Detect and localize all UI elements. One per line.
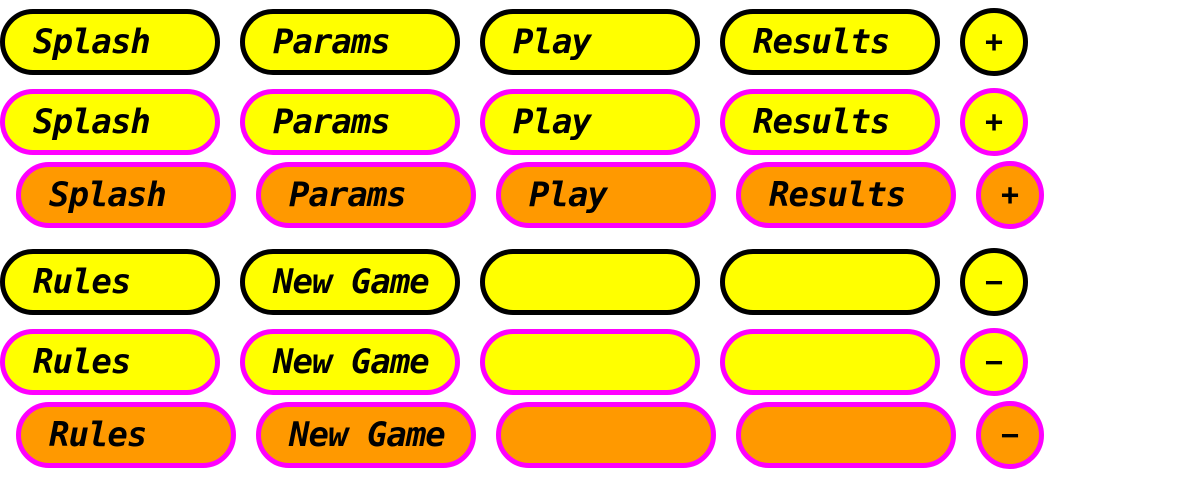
new-game-button-normal[interactable]: New Game — [240, 249, 460, 315]
plus-button-active[interactable]: + — [976, 161, 1044, 229]
button-label: Splash — [49, 175, 167, 215]
blank-button-hover[interactable] — [480, 329, 700, 395]
new-game-button-hover[interactable]: New Game — [240, 329, 460, 395]
minus-icon: − — [1000, 417, 1020, 453]
button-label: New Game — [273, 342, 430, 382]
rules-button-normal[interactable]: Rules — [0, 249, 220, 315]
button-label: Play — [513, 102, 592, 142]
minus-button-active[interactable]: − — [976, 401, 1044, 469]
plus-icon: + — [984, 24, 1004, 60]
blank-button-normal[interactable] — [720, 249, 940, 315]
splash-button-normal[interactable]: Splash — [0, 9, 220, 75]
results-button-active[interactable]: Results — [736, 162, 956, 228]
plus-icon: + — [984, 104, 1004, 140]
play-button-normal[interactable]: Play — [480, 9, 700, 75]
blank-button-active[interactable] — [496, 402, 716, 468]
button-label: Rules — [33, 262, 131, 302]
button-label: Play — [529, 175, 608, 215]
rules-button-hover[interactable]: Rules — [0, 329, 220, 395]
blank-button-normal[interactable] — [480, 249, 700, 315]
minus-button-hover[interactable]: − — [960, 328, 1028, 396]
button-label: Params — [289, 175, 407, 215]
minus-button-normal[interactable]: − — [960, 248, 1028, 316]
splash-button-hover[interactable]: Splash — [0, 89, 220, 155]
rules-button-active[interactable]: Rules — [16, 402, 236, 468]
blank-button-active[interactable] — [736, 402, 956, 468]
button-label: Params — [273, 102, 391, 142]
plus-button-hover[interactable]: + — [960, 88, 1028, 156]
blank-button-hover[interactable] — [720, 329, 940, 395]
params-button-active[interactable]: Params — [256, 162, 476, 228]
play-button-active[interactable]: Play — [496, 162, 716, 228]
button-label: Params — [273, 22, 391, 62]
button-label: Splash — [33, 102, 151, 142]
play-button-hover[interactable]: Play — [480, 89, 700, 155]
plus-icon: + — [1000, 177, 1020, 213]
button-label: Play — [513, 22, 592, 62]
button-label: New Game — [273, 262, 430, 302]
button-label: Results — [769, 175, 906, 215]
button-label: Rules — [33, 342, 131, 382]
button-label: Splash — [33, 22, 151, 62]
params-button-normal[interactable]: Params — [240, 9, 460, 75]
button-label: Results — [753, 22, 890, 62]
button-label: Results — [753, 102, 890, 142]
button-label: Rules — [49, 415, 147, 455]
results-button-hover[interactable]: Results — [720, 89, 940, 155]
params-button-hover[interactable]: Params — [240, 89, 460, 155]
minus-icon: − — [984, 264, 1004, 300]
new-game-button-active[interactable]: New Game — [256, 402, 476, 468]
results-button-normal[interactable]: Results — [720, 9, 940, 75]
splash-button-active[interactable]: Splash — [16, 162, 236, 228]
minus-icon: − — [984, 344, 1004, 380]
button-label: New Game — [289, 415, 446, 455]
plus-button-normal[interactable]: + — [960, 8, 1028, 76]
